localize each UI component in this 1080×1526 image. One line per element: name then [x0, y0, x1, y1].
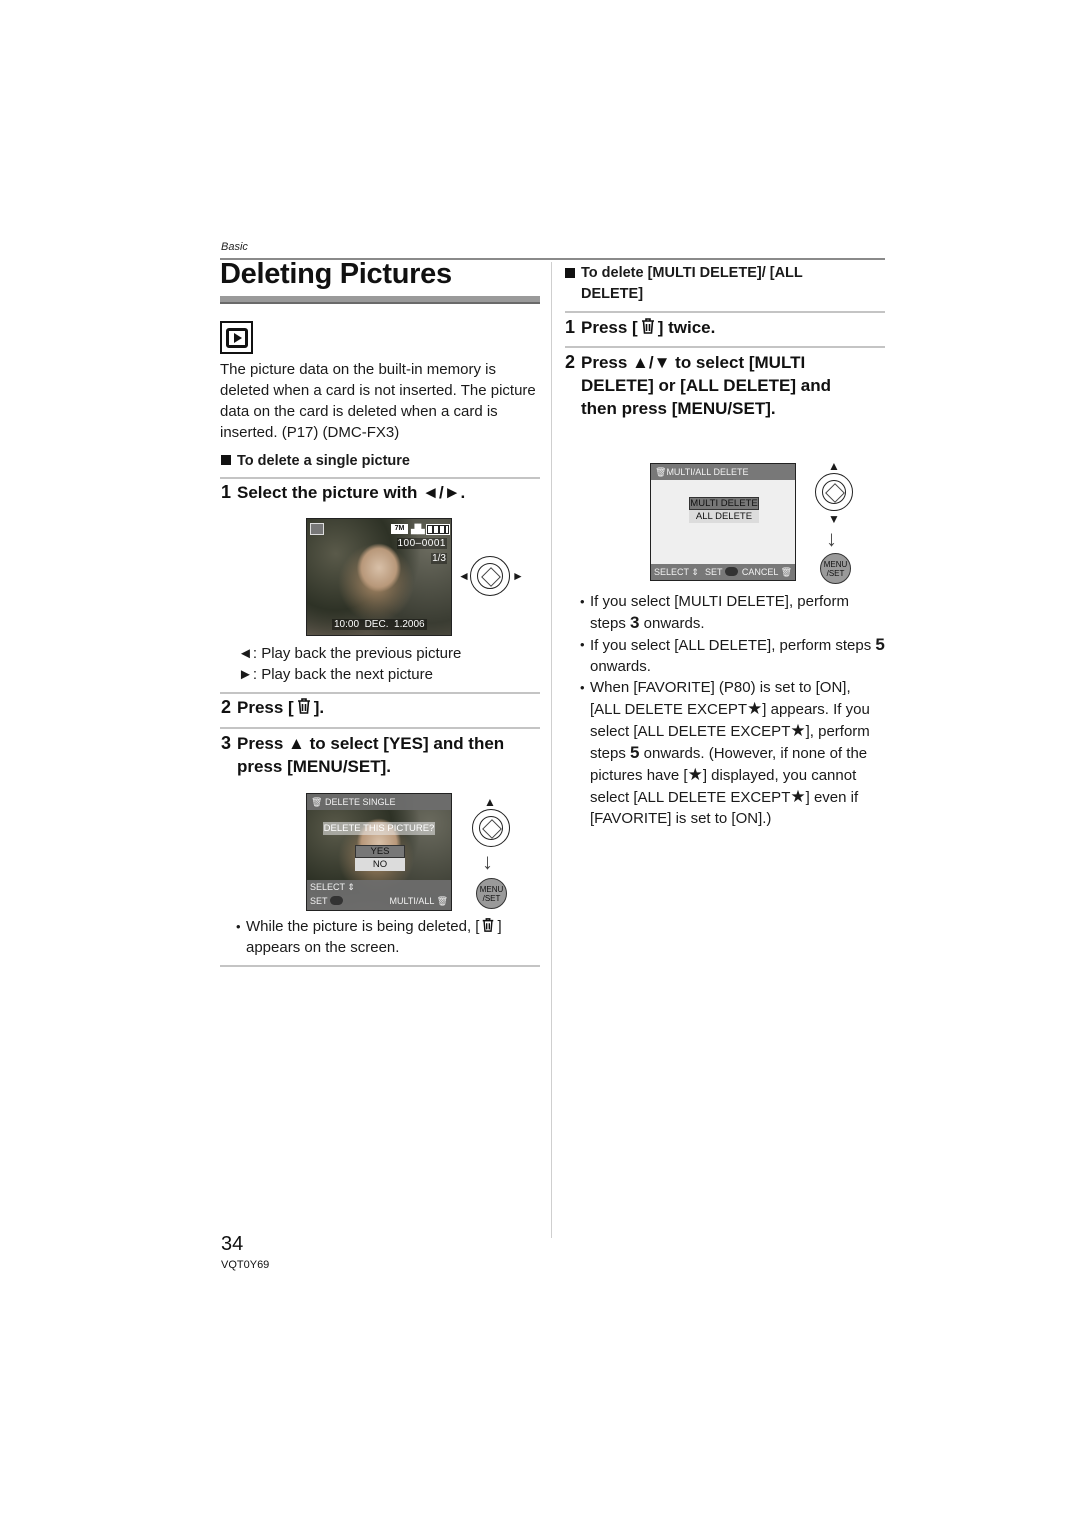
rule: [220, 477, 540, 479]
trash-icon: [297, 698, 310, 714]
section-label: Basic: [221, 241, 248, 253]
footer-set: SET: [310, 896, 343, 906]
menu-set-button-icon: MENU/SET: [476, 878, 507, 909]
step-3-press-yes: 3 Press ▲ to select [YES] and then press …: [221, 733, 505, 776]
option-all-delete[interactable]: ALL DELETE: [689, 510, 759, 523]
title-underline: [220, 296, 540, 304]
picture-counter: 1/3: [431, 553, 447, 564]
screen-footer-bar: SELECT ⇕ SET CANCEL 🗑: [651, 564, 795, 580]
battery-icon: [426, 524, 450, 535]
page-number: 34: [221, 1233, 244, 1255]
rule: [220, 727, 540, 729]
footer-multi-all: MULTI/ALL 🗑: [389, 896, 448, 906]
note-all-delete: If you select [ALL DELETE], perform step…: [580, 634, 885, 677]
down-arrow-icon: ▼: [828, 512, 840, 526]
subheading-multi-delete: To delete [MULTI DELETE]/ [ALL DELETE]: [565, 263, 825, 305]
footer-set: SET: [705, 564, 738, 580]
page-title: Deleting Pictures: [220, 258, 452, 290]
note-multi-delete: If you select [MULTI DELETE], perform st…: [580, 591, 885, 634]
star-icon: ★: [790, 787, 806, 806]
left-arrow-icon: ◄: [458, 569, 470, 583]
footer-cancel: CANCEL 🗑: [741, 567, 792, 577]
star-icon: ★: [687, 765, 703, 784]
step-1-select-picture: 1 Select the picture with ◄/►.: [221, 482, 466, 502]
cursor-button-icon: [472, 809, 510, 847]
right-arrow-icon: ►: [512, 569, 524, 583]
intro-paragraph: The picture data on the built-in memory …: [220, 361, 536, 441]
delete-mode-icon: 🗑: [655, 467, 667, 477]
option-no[interactable]: NO: [355, 858, 405, 871]
down-arrow-icon: ↓: [482, 849, 493, 874]
up-arrow-icon: ▲: [484, 795, 496, 809]
trash-icon: [483, 918, 494, 932]
notes-list: If you select [MULTI DELETE], perform st…: [580, 591, 885, 829]
camera-screen-delete-single: 🗑 DELETE SINGLE DELETE THIS PICTURE? YES…: [306, 793, 452, 911]
playback-mode-icon: [220, 321, 253, 354]
square-bullet-icon: [221, 455, 231, 465]
screen-footer-bar: SELECT ⇕ SET MULTI/ALL 🗑: [307, 880, 451, 910]
step-1-press-delete-twice: 1 Press [] twice.: [565, 317, 716, 337]
rule: [565, 311, 885, 313]
camera-screen-playback: 7M ▟▙ 100–0001 1/3 10:00 DEC. 1.2006: [306, 518, 452, 636]
quality-icon: ▟▙: [411, 524, 425, 534]
step-2-select-multi-all: 2 Press ▲/▼ to select [MULTI DELETE] or […: [565, 352, 831, 418]
delete-mode-icon: 🗑: [311, 797, 323, 807]
column-divider: [551, 262, 552, 1238]
subheading-single-picture: To delete a single picture: [221, 451, 410, 472]
option-multi-delete[interactable]: MULTI DELETE: [689, 497, 759, 510]
note-favorite: When [FAVORITE] (P80) is set to [ON], [A…: [580, 677, 885, 829]
square-bullet-icon: [565, 268, 575, 278]
document-code: VQT0Y69: [221, 1259, 270, 1271]
cursor-button-icon: [470, 556, 510, 596]
rule: [220, 692, 540, 694]
cursor-button-icon: [815, 473, 853, 511]
trash-icon: [641, 318, 654, 334]
down-flow-arrow-icon: ↓: [826, 526, 837, 551]
up-arrow-icon: ▲: [828, 459, 840, 473]
legend-next: ►: Play back the next picture: [238, 666, 433, 683]
step-2-press-delete: 2 Press [].: [221, 697, 325, 717]
screen-title-bar: 🗑 DELETE SINGLE: [307, 794, 451, 810]
screen-title-bar: 🗑MULTI/ALL DELETE: [651, 464, 795, 480]
rule: [220, 965, 540, 967]
footer-select: SELECT ⇕: [310, 882, 355, 892]
recording-datetime: 10:00 DEC. 1.2006: [332, 619, 427, 630]
menu-set-button-icon: MENU/SET: [820, 553, 851, 584]
footer-select: SELECT ⇕: [654, 567, 699, 577]
star-icon: ★: [747, 699, 763, 718]
playback-icon: [310, 523, 324, 535]
rule: [565, 346, 885, 348]
confirm-question: DELETE THIS PICTURE?: [323, 822, 435, 835]
camera-screen-multi-all-delete: 🗑MULTI/ALL DELETE MULTI DELETE ALL DELET…: [650, 463, 796, 581]
note-deleting: While the picture is being deleted, [] a…: [236, 916, 541, 958]
file-number: 100–0001: [396, 538, 447, 549]
legend-previous: ◄: Play back the previous picture: [238, 645, 462, 662]
resolution-icon: 7M: [391, 524, 408, 534]
option-yes[interactable]: YES: [355, 845, 405, 858]
star-icon: ★: [790, 721, 806, 740]
